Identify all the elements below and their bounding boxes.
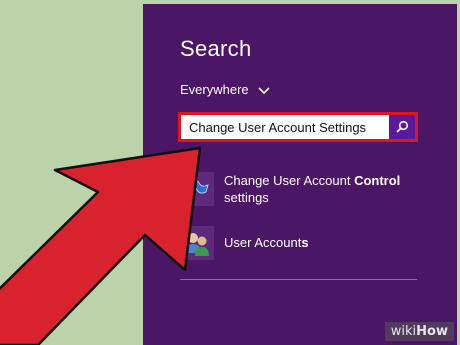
watermark-part2: How bbox=[416, 324, 448, 339]
divider bbox=[180, 279, 417, 280]
result-label-match: s bbox=[301, 235, 309, 250]
result-label-suffix: settings bbox=[224, 190, 269, 205]
watermark-part1: wiki bbox=[390, 324, 417, 339]
chevron-down-icon bbox=[258, 86, 270, 94]
search-box bbox=[178, 112, 418, 142]
result-change-uac-settings[interactable]: Change User Account Control settings bbox=[180, 172, 400, 206]
result-label: Change User Account Control settings bbox=[224, 172, 400, 206]
search-input[interactable] bbox=[181, 115, 389, 139]
search-charm-panel: Search Everywhere Change User Account Co… bbox=[143, 4, 457, 345]
result-label-prefix: User Account bbox=[224, 235, 302, 250]
search-scope-dropdown[interactable]: Everywhere bbox=[180, 82, 271, 97]
result-label-prefix: Change User Account bbox=[224, 173, 355, 188]
panel-title: Search bbox=[180, 36, 252, 61]
result-label-match: Control bbox=[354, 173, 401, 188]
search-scope-label: Everywhere bbox=[180, 82, 249, 97]
result-user-accounts[interactable]: User Accounts bbox=[180, 226, 309, 260]
search-icon bbox=[396, 120, 409, 133]
wikihow-watermark: wikiHow bbox=[384, 322, 454, 341]
flag-icon bbox=[180, 172, 214, 206]
search-button[interactable] bbox=[389, 115, 415, 139]
users-icon bbox=[180, 226, 214, 260]
result-label: User Accounts bbox=[224, 226, 309, 251]
